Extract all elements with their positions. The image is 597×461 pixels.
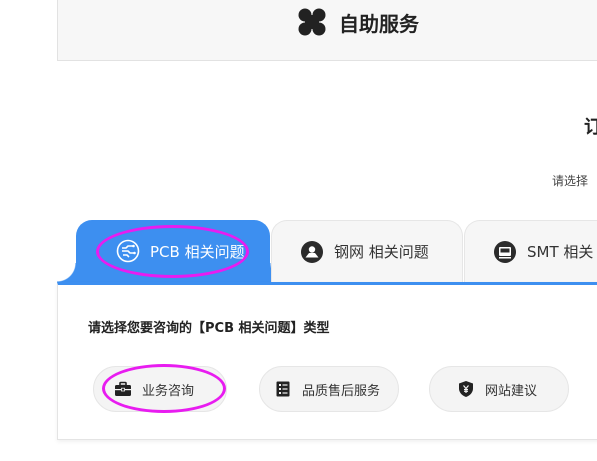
shield-yen-icon	[459, 381, 473, 397]
option-quality-aftersales[interactable]: 品质售后服务	[259, 366, 399, 412]
header-bar: 自助服务	[57, 0, 597, 61]
smt-machine-icon	[494, 240, 516, 263]
tab-stencil-label: 钢网 相关问题	[334, 243, 429, 261]
page: 自助服务 订 请选择 PCB 相关问题 钢网 相关问题 SMT 相关 请选择您要…	[0, 0, 597, 461]
tab-pcb-label: PCB 相关问题	[150, 242, 245, 261]
option-quality-aftersales-label: 品质售后服务	[302, 383, 381, 399]
category-tabs: PCB 相关问题 钢网 相关问题 SMT 相关	[57, 220, 597, 282]
category-prompt: 请选择您要咨询的【PCB 相关问题】类型	[88, 321, 330, 336]
tab-content-panel: 请选择您要咨询的【PCB 相关问题】类型 业务咨询 品质售后服务 网站建议	[57, 282, 597, 440]
option-business-inquiry-label: 业务咨询	[142, 383, 195, 399]
tab-smt-label: SMT 相关	[527, 243, 594, 261]
pcb-circuit-icon	[116, 239, 140, 263]
stencil-icon	[301, 240, 323, 263]
checklist-icon	[276, 381, 290, 397]
header-title-group: 自助服务	[297, 6, 419, 38]
option-website-feedback-label: 网站建议	[485, 383, 538, 399]
section-title: 订	[584, 117, 597, 138]
section-subtitle: 请选择	[552, 174, 589, 188]
tab-smt[interactable]: SMT 相关	[464, 220, 597, 282]
page-title: 自助服务	[339, 11, 419, 36]
option-website-feedback[interactable]: 网站建议	[429, 366, 569, 412]
option-business-inquiry[interactable]: 业务咨询	[93, 366, 227, 412]
briefcase-icon	[115, 381, 131, 396]
tab-stencil[interactable]: 钢网 相关问题	[271, 220, 463, 282]
four-petal-grid-icon	[298, 8, 326, 36]
tab-pcb[interactable]: PCB 相关问题	[57, 220, 289, 282]
